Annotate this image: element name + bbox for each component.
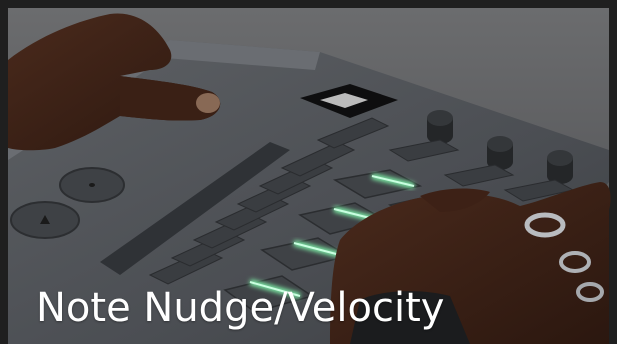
- video-caption: Note Nudge/Velocity: [36, 285, 445, 331]
- thumbnail-highlight: [196, 93, 220, 113]
- record-dot-icon: [89, 183, 95, 187]
- video-frame: Note Nudge/Velocity: [0, 0, 617, 344]
